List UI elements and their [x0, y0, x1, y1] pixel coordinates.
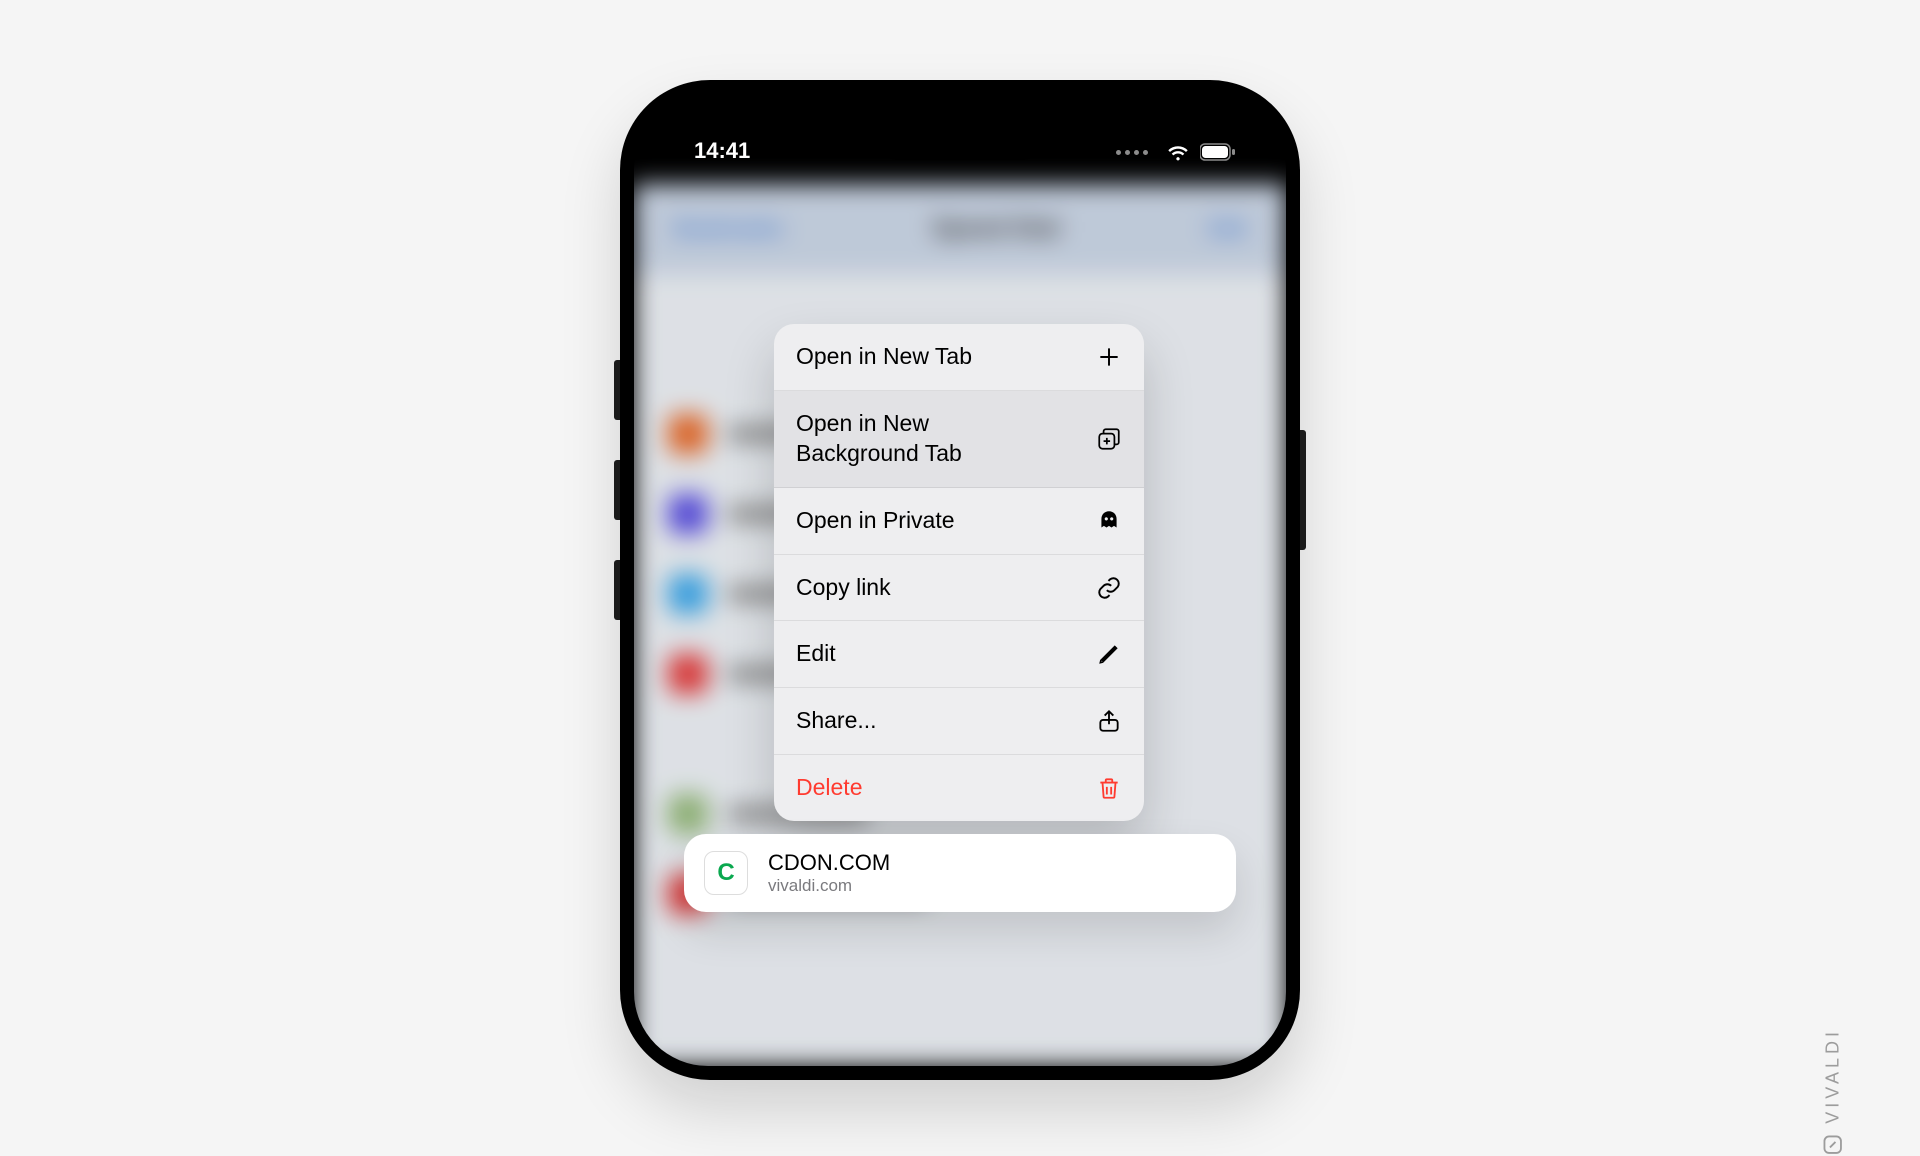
stack-plus-icon: [1096, 426, 1122, 452]
bookmark-preview-card[interactable]: C CDON.COM vivaldi.com: [684, 834, 1236, 912]
menu-edit[interactable]: Edit: [774, 621, 1144, 688]
pencil-icon: [1096, 641, 1122, 667]
nav-edit: Edit: [1208, 216, 1246, 242]
menu-open-new-tab[interactable]: Open in New Tab: [774, 324, 1144, 391]
dynamic-island: [875, 112, 1045, 160]
wifi-icon: [1166, 140, 1190, 164]
menu-open-background-tab[interactable]: Open in New Background Tab: [774, 391, 1144, 488]
bookmark-title: CDON.COM: [768, 850, 890, 876]
cellular-dots-icon: [1116, 150, 1148, 155]
context-menu: Open in New Tab Open in New Background T…: [774, 324, 1144, 821]
link-icon: [1096, 575, 1122, 601]
nav-back: Bookmarks: [674, 216, 784, 242]
status-time: 14:41: [694, 138, 750, 164]
vivaldi-logo-icon: [1822, 1134, 1844, 1156]
phone-screen: 14:41 Bookmarks Speed Dial Edit: [634, 94, 1286, 1066]
bookmark-url: vivaldi.com: [768, 876, 890, 896]
menu-open-private[interactable]: Open in Private: [774, 488, 1144, 555]
menu-copy-link[interactable]: Copy link: [774, 555, 1144, 622]
ghost-icon: [1096, 508, 1122, 534]
trash-icon: [1096, 775, 1122, 801]
brand-watermark: VIVALDI: [1822, 1028, 1844, 1156]
bookmark-favicon: C: [704, 851, 748, 895]
phone-frame: 14:41 Bookmarks Speed Dial Edit: [620, 80, 1300, 1080]
plus-icon: [1096, 344, 1122, 370]
menu-delete[interactable]: Delete: [774, 755, 1144, 821]
nav-title: Speed Dial: [932, 215, 1060, 243]
menu-share[interactable]: Share...: [774, 688, 1144, 755]
share-icon: [1096, 708, 1122, 734]
battery-icon: [1200, 143, 1236, 161]
